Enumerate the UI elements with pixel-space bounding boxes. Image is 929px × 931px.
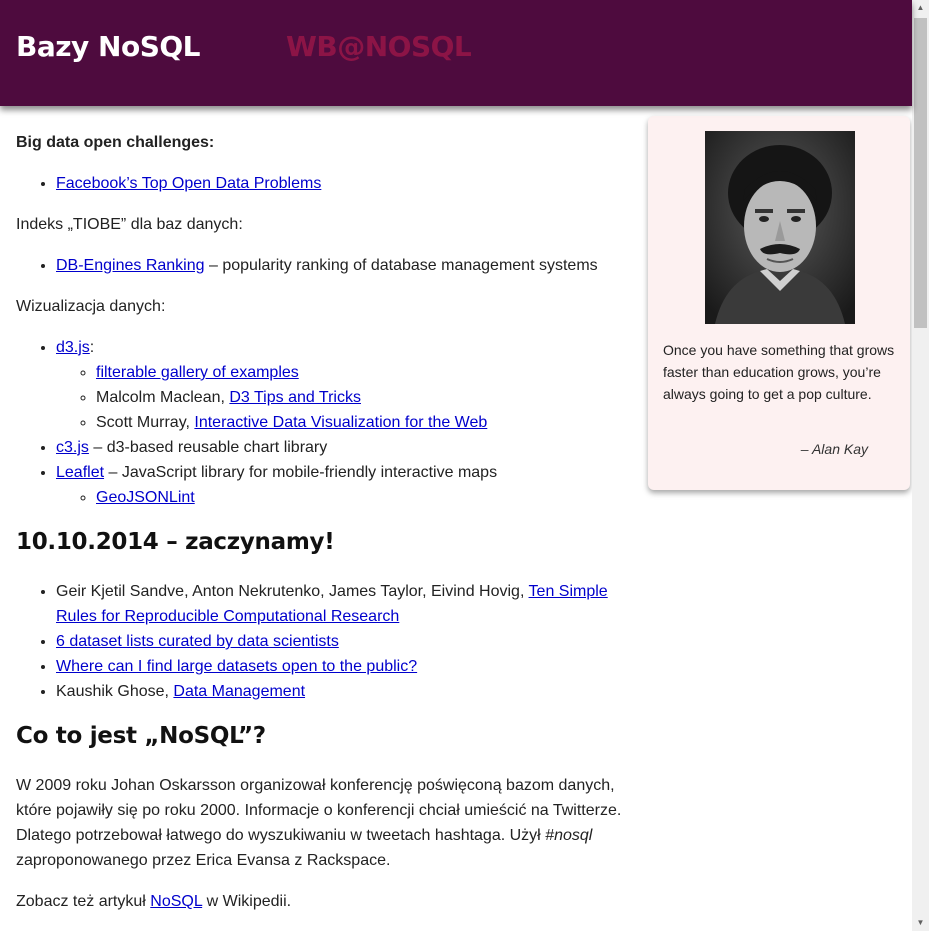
alan-kay-portrait: [705, 131, 855, 324]
db-engines-desc: – popularity ranking of database managem…: [204, 257, 598, 274]
list-item: Scott Murray, Interactive Data Visualiza…: [96, 410, 628, 435]
list-item: DB-Engines Ranking – popularity ranking …: [56, 253, 628, 278]
d3-tips-link[interactable]: D3 Tips and Tricks: [229, 389, 361, 406]
list-item: Malcolm Maclean, D3 Tips and Tricks: [96, 385, 628, 410]
tiobe-text: Indeks „TIOBE” dla baz danych:: [16, 216, 243, 233]
author-text: Malcolm Maclean,: [96, 389, 230, 406]
wikipedia-paragraph: Zobacz też artykuł NoSQL w Wikipedii.: [16, 889, 628, 914]
paragraph-text: Zobacz też artykuł: [16, 893, 151, 910]
paragraph-text: w Wikipedii.: [202, 893, 292, 910]
quote-author: – Alan Kay: [800, 441, 868, 457]
quote-text: Once you have something that grows faste…: [663, 342, 895, 402]
main-content: Big data open challenges: Facebook’s Top…: [16, 130, 628, 930]
list-item: Leaflet – JavaScript library for mobile-…: [56, 460, 628, 510]
large-datasets-link[interactable]: Where can I find large datasets open to …: [56, 658, 417, 675]
wikipedia-nosql-link[interactable]: NoSQL: [150, 893, 202, 910]
section-big-data: Big data open challenges:: [16, 130, 628, 155]
author-text: Scott Murray,: [96, 414, 195, 431]
facebook-link[interactable]: Facebook’s Top Open Data Problems: [56, 175, 321, 192]
paragraph-text: W 2009 roku Johan Oskarsson organizował …: [16, 777, 622, 844]
author-text: Kaushik Ghose,: [56, 683, 174, 700]
list-item: 6 dataset lists curated by data scientis…: [56, 629, 628, 654]
d3-link[interactable]: d3.js: [56, 339, 90, 356]
list-item: filterable gallery of examples: [96, 360, 628, 385]
leaflet-desc: – JavaScript library for mobile-friendly…: [104, 464, 498, 481]
leaflet-link[interactable]: Leaflet: [56, 464, 104, 481]
scroll-thumb[interactable]: [914, 18, 927, 328]
portrait-image: [705, 131, 855, 324]
c3-desc: – d3-based reusable chart library: [88, 439, 328, 456]
reading-list: Geir Kjetil Sandve, Anton Nekrutenko, Ja…: [16, 579, 628, 704]
big-data-list: Facebook’s Top Open Data Problems: [16, 171, 628, 196]
list-item: Geir Kjetil Sandve, Anton Nekrutenko, Ja…: [56, 579, 628, 629]
tiobe-list: DB-Engines Ranking – popularity ranking …: [16, 253, 628, 278]
site-title[interactable]: Bazy NoSQL: [16, 30, 201, 63]
c3-link[interactable]: c3.js: [56, 439, 89, 456]
nosql-paragraph: W 2009 roku Johan Oskarsson organizował …: [16, 773, 628, 873]
heading-start-date: 10.10.2014 – zaczynamy!: [16, 529, 335, 555]
author-text: Geir Kjetil Sandve, Anton Nekrutenko, Ja…: [56, 583, 529, 600]
big-data-heading: Big data open challenges:: [16, 134, 215, 151]
interactive-dataviz-link[interactable]: Interactive Data Visualization for the W…: [194, 414, 487, 431]
visualization-text: Wizualizacja danych:: [16, 298, 166, 315]
list-item: c3.js – d3-based reusable chart library: [56, 435, 628, 460]
gallery-link[interactable]: filterable gallery of examples: [96, 364, 299, 381]
d3-colon: :: [89, 339, 95, 356]
paragraph-text: zaproponowanego przez Erica Evansa z Rac…: [16, 852, 391, 869]
scroll-down-arrow-icon[interactable]: ▼: [912, 915, 929, 931]
list-item: GeoJSONLint: [96, 485, 628, 510]
geojsonlint-link[interactable]: GeoJSONLint: [96, 489, 195, 506]
quote-sidebar: Once you have something that grows faste…: [648, 116, 910, 490]
site-subtitle[interactable]: WB@NOSQL: [286, 30, 472, 63]
d3-sublist: filterable gallery of examples Malcolm M…: [56, 360, 628, 435]
scroll-up-arrow-icon[interactable]: ▲: [912, 0, 929, 16]
vertical-scrollbar[interactable]: ▲ ▼: [912, 0, 929, 931]
data-management-link[interactable]: Data Management: [173, 683, 305, 700]
list-item: Kaushik Ghose, Data Management: [56, 679, 628, 704]
site-header: Bazy NoSQL WB@NOSQL: [0, 0, 912, 106]
list-item: Where can I find large datasets open to …: [56, 654, 628, 679]
heading-what-is-nosql: Co to jest „NoSQL”?: [16, 723, 266, 749]
list-item: d3.js: filterable gallery of examples Ma…: [56, 335, 628, 435]
leaflet-sublist: GeoJSONLint: [56, 485, 628, 510]
nosql-hashtag: #nosql: [545, 827, 593, 844]
db-engines-link[interactable]: DB-Engines Ranking: [56, 257, 205, 274]
visualization-list: d3.js: filterable gallery of examples Ma…: [16, 335, 628, 510]
list-item: Facebook’s Top Open Data Problems: [56, 171, 628, 196]
dataset-lists-link[interactable]: 6 dataset lists curated by data scientis…: [56, 633, 339, 650]
